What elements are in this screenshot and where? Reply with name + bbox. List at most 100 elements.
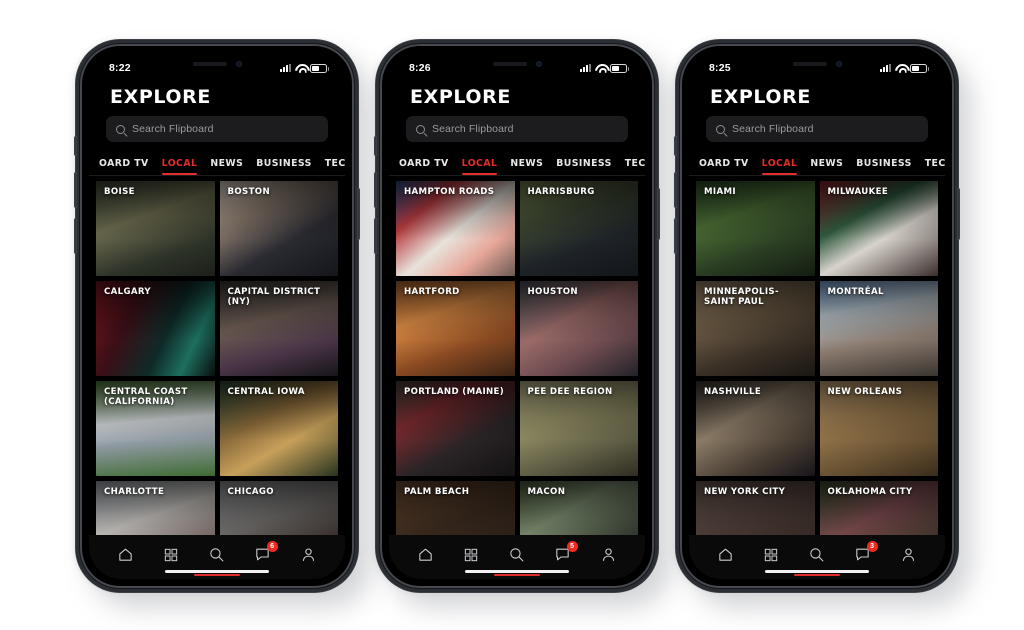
volume-up-button[interactable] <box>674 172 677 208</box>
mute-switch[interactable] <box>374 136 377 156</box>
search-input[interactable]: Search Flipboard <box>106 116 328 142</box>
topic-tile-grid[interactable]: HAMPTON ROADS HARRISBURG HARTFORD HOUSTON PO… <box>389 176 645 535</box>
tab-business[interactable]: BUSINESS <box>556 158 612 175</box>
topic-tile[interactable]: MIAMI <box>696 181 815 276</box>
volume-down-button[interactable] <box>74 218 77 254</box>
phone-screen: 8:25 EXPLORE Search Flipboard OARD TV LOCAL N… <box>689 53 945 579</box>
tab-business[interactable]: BUSINESS <box>256 158 312 175</box>
search-placeholder: Search Flipboard <box>432 123 514 135</box>
topic-tile[interactable]: HARRISBURG <box>519 181 638 276</box>
topic-tile[interactable]: OKLAHOMA CITY <box>819 481 938 535</box>
tab-news[interactable]: NEWS <box>810 158 843 175</box>
topic-tile[interactable]: MILWAUKEE <box>819 181 938 276</box>
search-container[interactable]: Search Flipboard <box>389 116 645 151</box>
category-tab-strip[interactable]: OARD TV LOCAL NEWS BUSINESS TECH & SCIENC <box>389 151 645 176</box>
topic-tile[interactable]: CHICAGO <box>219 481 338 535</box>
topic-tile-grid[interactable]: MIAMI MILWAUKEE MINNEAPOLIS-SAINT PAUL MONT… <box>689 176 945 535</box>
power-button[interactable] <box>957 188 960 240</box>
tab-local[interactable]: LOCAL <box>461 158 498 175</box>
tab-local[interactable]: LOCAL <box>161 158 198 175</box>
topic-tile[interactable]: CENTRAL IOWA <box>219 381 338 476</box>
search-placeholder: Search Flipboard <box>132 123 214 135</box>
nav-item-home[interactable] <box>411 544 441 570</box>
tile-label: MONTRÉAL <box>827 287 884 297</box>
status-bar: 8:22 <box>89 53 345 79</box>
home-icon <box>717 546 734 568</box>
nav-item-grid[interactable] <box>156 544 186 570</box>
topic-tile[interactable]: HARTFORD <box>396 281 515 376</box>
topic-tile[interactable]: NASHVILLE <box>696 381 815 476</box>
tab-tech-scienc[interactable]: TECH & SCIENC <box>625 158 645 175</box>
page-title: EXPLORE <box>710 86 811 108</box>
topic-tile[interactable]: HAMPTON ROADS <box>396 181 515 276</box>
category-tab-strip[interactable]: OARD TV LOCAL NEWS BUSINESS TECH & SCIENC <box>89 151 345 176</box>
tab-news[interactable]: NEWS <box>210 158 243 175</box>
home-indicator[interactable] <box>765 569 869 573</box>
tab-business[interactable]: BUSINESS <box>856 158 912 175</box>
topic-tile[interactable]: MONTRÉAL <box>819 281 938 376</box>
nav-item-notifications[interactable]: 5 <box>548 541 578 570</box>
nav-item-grid[interactable] <box>756 544 786 570</box>
search-container[interactable]: Search Flipboard <box>689 116 945 151</box>
nav-item-profile[interactable] <box>893 544 923 570</box>
nav-item-grid[interactable] <box>456 544 486 570</box>
power-button[interactable] <box>657 188 660 240</box>
mute-switch[interactable] <box>674 136 677 156</box>
power-button[interactable] <box>357 188 360 240</box>
home-indicator[interactable] <box>465 569 569 573</box>
volume-up-button[interactable] <box>74 172 77 208</box>
nav-item-search[interactable] <box>193 544 240 576</box>
search-container[interactable]: Search Flipboard <box>89 116 345 151</box>
tile-label: BOISE <box>104 187 135 197</box>
nav-item-profile[interactable] <box>593 544 623 570</box>
notification-badge: 3 <box>866 541 878 552</box>
nav-item-notifications[interactable]: 3 <box>848 541 878 570</box>
tile-label: CHARLOTTE <box>104 487 165 497</box>
nav-item-search[interactable] <box>793 544 840 576</box>
nav-item-search[interactable] <box>493 544 540 576</box>
topic-tile[interactable]: CHARLOTTE <box>96 481 215 535</box>
search-icon <box>716 124 725 134</box>
tab-news[interactable]: NEWS <box>510 158 543 175</box>
tab-oard-tv[interactable]: OARD TV <box>99 158 149 175</box>
tab-local[interactable]: LOCAL <box>761 158 798 175</box>
topic-tile[interactable]: PORTLAND (MAINE) <box>396 381 515 476</box>
tab-oard-tv[interactable]: OARD TV <box>399 158 449 175</box>
search-input[interactable]: Search Flipboard <box>406 116 628 142</box>
nav-item-notifications[interactable]: 6 <box>248 541 278 570</box>
topic-tile-grid[interactable]: BOISE BOSTON CALGARY CAPITAL DISTRICT (NY) C… <box>89 176 345 535</box>
nav-item-home[interactable] <box>111 544 141 570</box>
home-indicator[interactable] <box>165 569 269 573</box>
search-input[interactable]: Search Flipboard <box>706 116 928 142</box>
home-icon <box>117 546 134 568</box>
topic-tile[interactable]: CENTRAL COAST (CALIFORNIA) <box>96 381 215 476</box>
topic-tile[interactable]: CAPITAL DISTRICT (NY) <box>219 281 338 376</box>
topic-tile[interactable]: PEE DEE REGION <box>519 381 638 476</box>
topic-tile[interactable]: MINNEAPOLIS-SAINT PAUL <box>696 281 815 376</box>
mute-switch[interactable] <box>74 136 77 156</box>
tab-tech-scienc[interactable]: TECH & SCIENC <box>325 158 345 175</box>
nav-item-profile[interactable] <box>293 544 323 570</box>
topic-tile[interactable]: NEW YORK CITY <box>696 481 815 535</box>
topic-tile[interactable]: PALM BEACH <box>396 481 515 535</box>
topic-tile[interactable]: BOISE <box>96 181 215 276</box>
topic-tile[interactable]: HOUSTON <box>519 281 638 376</box>
person-icon <box>300 546 317 568</box>
topic-tile[interactable]: NEW ORLEANS <box>819 381 938 476</box>
volume-down-button[interactable] <box>374 218 377 254</box>
category-tab-strip[interactable]: OARD TV LOCAL NEWS BUSINESS TECH & SCIENC <box>689 151 945 176</box>
topic-tile[interactable]: MACON <box>519 481 638 535</box>
tile-label: HARRISBURG <box>527 187 595 197</box>
tile-label: PALM BEACH <box>404 487 470 497</box>
person-icon <box>900 546 917 568</box>
nav-item-home[interactable] <box>711 544 741 570</box>
topic-tile[interactable]: CALGARY <box>96 281 215 376</box>
topic-tile[interactable]: BOSTON <box>219 181 338 276</box>
tab-oard-tv[interactable]: OARD TV <box>699 158 749 175</box>
tile-label: MACON <box>527 487 566 497</box>
phone-bezel: 8:25 EXPLORE Search Flipboard OARD TV LOCAL N… <box>680 44 954 588</box>
volume-down-button[interactable] <box>674 218 677 254</box>
tab-tech-scienc[interactable]: TECH & SCIENC <box>925 158 945 175</box>
volume-up-button[interactable] <box>374 172 377 208</box>
tile-label: CALGARY <box>104 287 151 297</box>
